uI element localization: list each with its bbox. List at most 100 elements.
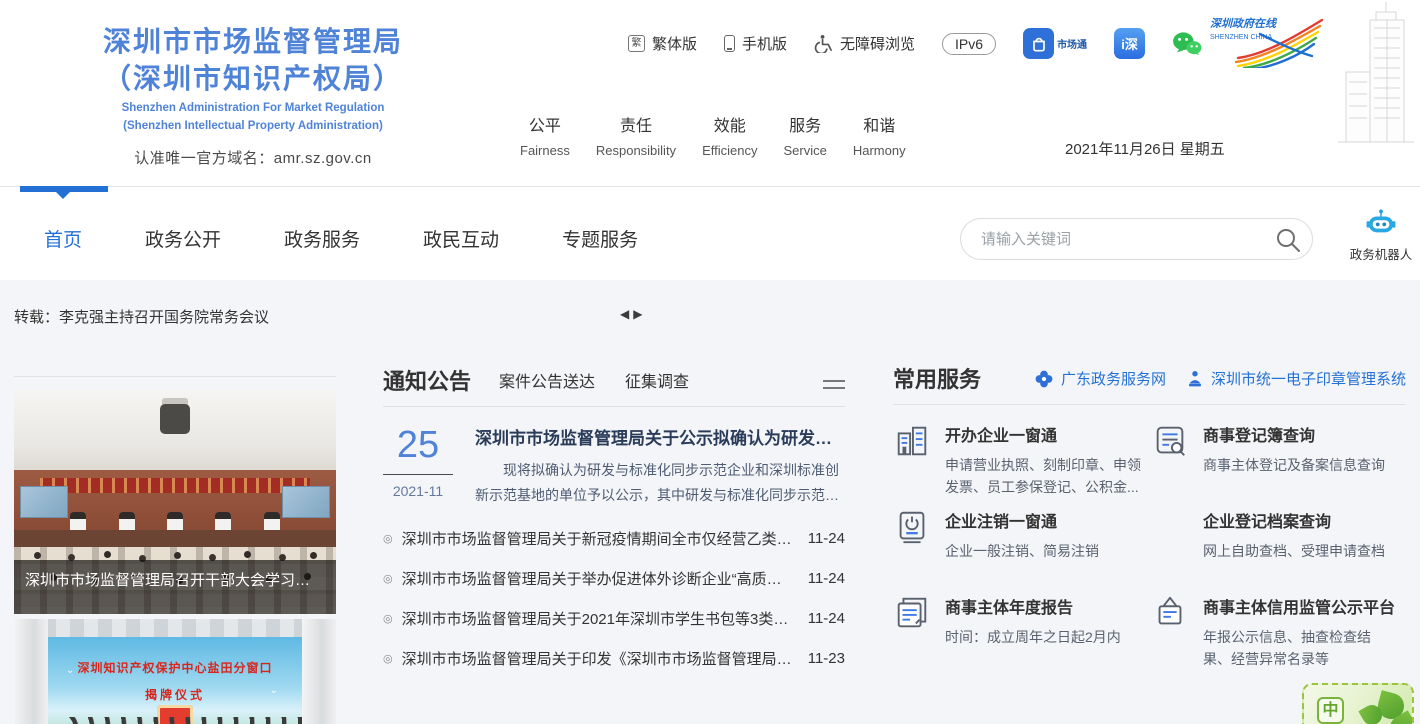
notice-list: ◎ 深圳市市场监督管理局关于新冠疫情期间全市仅经营乙类非... 11-24 ◎ … [383, 518, 845, 678]
banner-crowd [48, 717, 302, 724]
content-area: 转载：李克强主持召开国务院常务会议 ◀▶ 深圳市市场监督管理局召开干部大会学习贯… [0, 280, 1420, 724]
services-header: 常用服务 广东政务服务网 [893, 368, 1406, 405]
report-icon [893, 594, 931, 632]
traditional-version-link[interactable]: 繁 繁体版 [628, 33, 697, 54]
site-title-line2: （深圳市知识产权局） [28, 61, 478, 98]
service-open-business[interactable]: 开办企业一窗通 申请营业执照、刻制印章、申领发票、员工参保登记、公积金... [893, 422, 1151, 508]
ipv6-badge[interactable]: IPv6 [942, 33, 996, 55]
service-desc: 网上自助查档、受理申请查档 [1203, 540, 1385, 562]
featured-month: 2021-11 [383, 483, 453, 499]
notice-row[interactable]: ◎ 深圳市市场监督管理局关于印发《深圳市市场监督管理局商... 11-23 [383, 638, 845, 678]
nav-item-gov-disclosure[interactable]: 政务公开 [145, 225, 221, 252]
nav-item-home[interactable]: 首页 [44, 225, 82, 252]
featured-title[interactable]: 深圳市市场监督管理局关于公示拟确认为研发与标... [475, 424, 845, 449]
nav-item-special-services[interactable]: 专题服务 [562, 225, 638, 252]
bullet-icon: ◎ [383, 572, 393, 585]
accessibility-link[interactable]: 无障碍浏览 [814, 33, 915, 54]
service-deregistration[interactable]: 企业注销一窗通 企业一般注销、简易注销 [893, 508, 1151, 594]
photo-projector [160, 404, 190, 434]
photo-banner [40, 478, 310, 493]
carousel-slide-conference[interactable]: 深圳市市场监督管理局召开干部大会学习贯彻党的十... [14, 390, 336, 614]
news-ticker[interactable]: 转载：李克强主持召开国务院常务会议 [14, 306, 269, 327]
banner-subtitle: 揭牌仪式 [48, 686, 302, 703]
traditional-label: 繁体版 [652, 33, 697, 54]
featured-notice[interactable]: 25 2021-11 深圳市市场监督管理局关于公示拟确认为研发与标... 现将拟… [383, 424, 845, 507]
bullet-icon: ◎ [383, 612, 393, 625]
carousel-slide-ceremony[interactable]: ⌄ ⌄ 深圳知识产权保护中心盐田分窗口 揭牌仪式 [14, 619, 336, 724]
service-archive-query[interactable]: 企业登记档案查询 网上自助查档、受理申请查档 [1151, 508, 1396, 594]
featured-body: 深圳市市场监督管理局关于公示拟确认为研发与标... 现将拟确认为研发与标准化同步… [475, 424, 845, 507]
notices-header: 通知公告 案件公告送达 征集调查 [383, 368, 845, 407]
mobile-version-link[interactable]: 手机版 [724, 33, 787, 54]
robot-label: 政务机器人 [1346, 244, 1416, 263]
site-title-line1: 深圳市市场监督管理局 [28, 24, 478, 61]
value-service: 服务 Service [783, 112, 826, 158]
notice-row[interactable]: ◎ 深圳市市场监督管理局关于新冠疫情期间全市仅经营乙类非... 11-24 [383, 518, 845, 558]
search-icon[interactable] [1274, 226, 1302, 254]
active-tab-indicator [20, 186, 108, 192]
utility-bar: 繁 繁体版 手机版 无障碍浏览 IPv6 市场通 [628, 28, 1202, 59]
notice-row[interactable]: ◎ 深圳市市场监督管理局关于举办促进体外诊断企业“高质量... 11-24 [383, 558, 845, 598]
accessibility-label: 无障碍浏览 [840, 33, 915, 54]
eseal-system-link[interactable]: 深圳市统一电子印章管理系统 [1186, 368, 1406, 389]
shenzhen-gov-online-logo[interactable]: 深圳政府在线 SHENZHEN CHINA [1208, 14, 1326, 68]
ticker-next-icon[interactable]: ▶ [631, 307, 644, 321]
service-registry-query[interactable]: 商事登记簿查询 商事主体登记及备案信息查询 [1151, 422, 1396, 508]
gov-online-zh: 深圳政府在线 [1210, 17, 1278, 30]
photo2-pillar-right [302, 619, 336, 724]
service-name: 商事登记簿查询 [1203, 422, 1385, 446]
service-desc: 商事主体登记及备案信息查询 [1203, 454, 1385, 476]
building-sketch [1318, 0, 1418, 150]
search-box [960, 218, 1313, 260]
doc-search-icon [1151, 422, 1189, 460]
value-harmony: 和谐 Harmony [853, 112, 906, 158]
official-domain-notice: 认准唯一官方域名：amr.sz.gov.cn [28, 147, 478, 168]
bullet-icon: ◎ [383, 532, 393, 545]
core-values: 公平 Fairness 责任 Responsibility 效能 Efficie… [520, 112, 906, 158]
services-section: 常用服务 广东政务服务网 [893, 368, 1406, 671]
featured-date: 25 2021-11 [383, 424, 463, 507]
wheelchair-icon [814, 34, 833, 53]
wechat-icon[interactable] [1172, 31, 1202, 57]
service-desc: 时间：成立周年之日起2月内 [945, 626, 1121, 648]
service-annual-report[interactable]: 商事主体年度报告 时间：成立周年之日起2月内 [893, 594, 1151, 671]
value-efficiency: 效能 Efficiency [702, 112, 757, 158]
ishenzhen-app-icon[interactable]: i深 [1114, 28, 1145, 59]
service-name: 企业登记档案查询 [1203, 508, 1385, 532]
market-app-link[interactable]: 市场通 [1023, 28, 1087, 59]
value-fairness: 公平 Fairness [520, 112, 570, 158]
nav-item-gov-services[interactable]: 政务服务 [284, 225, 360, 252]
power-box-icon [893, 508, 931, 546]
site-title-en2: (Shenzhen Intellectual Property Administ… [28, 119, 478, 134]
ticker-prev-icon[interactable]: ◀ [618, 307, 631, 321]
featured-day: 25 [383, 424, 453, 475]
services-links: 广东政务服务网 深圳市统一电子印章管理系统 [1034, 368, 1406, 391]
services-title: 常用服务 [893, 369, 981, 391]
carousel-caption[interactable]: 深圳市市场监督管理局召开干部大会学习贯彻党的十... [14, 560, 336, 614]
font-size-widget[interactable]: 中 [1302, 683, 1414, 724]
service-name: 企业注销一窗通 [945, 508, 1099, 532]
notice-row[interactable]: ◎ 深圳市市场监督管理局关于2021年深圳市学生书包等3类产... 11-24 [383, 598, 845, 638]
gov-robot-entry[interactable]: 政务机器人 [1346, 209, 1416, 263]
service-desc: 申请营业执照、刻制印章、申领发票、员工参保登记、公积金... [945, 454, 1151, 499]
service-name: 商事主体信用监管公示平台 [1203, 594, 1396, 618]
tab-case-announcements[interactable]: 案件公告送达 [499, 368, 595, 392]
services-grid: 开办企业一窗通 申请营业执照、刻制印章、申领发票、员工参保登记、公积金... 商… [893, 422, 1406, 671]
nav-item-interaction[interactable]: 政民互动 [423, 225, 499, 252]
notices-more-icon[interactable] [823, 375, 845, 393]
notices-title: 通知公告 [383, 371, 471, 393]
gd-gov-service-link[interactable]: 广东政务服务网 [1034, 368, 1166, 389]
service-credit-platform[interactable]: 商事主体信用监管公示平台 年报公示信息、抽查检查结果、经营异常名录等 [1151, 594, 1396, 671]
banner-title: 深圳知识产权保护中心盐田分窗口 [48, 659, 302, 676]
tab-surveys[interactable]: 征集调查 [625, 368, 689, 392]
search-input[interactable] [981, 220, 1251, 258]
market-app-label: 市场通 [1057, 36, 1087, 51]
building-icon [893, 422, 931, 460]
site-logo[interactable]: 深圳市市场监督管理局 （深圳市知识产权局） Shenzhen Administr… [28, 24, 478, 168]
service-desc: 年报公示信息、抽查检查结果、经营异常名录等 [1203, 626, 1396, 671]
page: 深圳市市场监督管理局 （深圳市知识产权局） Shenzhen Administr… [0, 0, 1420, 724]
seagull-icon: ⌄ [270, 685, 278, 696]
notices-tabs: 案件公告送达 征集调查 [499, 368, 689, 393]
service-name: 开办企业一窗通 [945, 422, 1151, 446]
traditional-icon: 繁 [628, 35, 645, 52]
